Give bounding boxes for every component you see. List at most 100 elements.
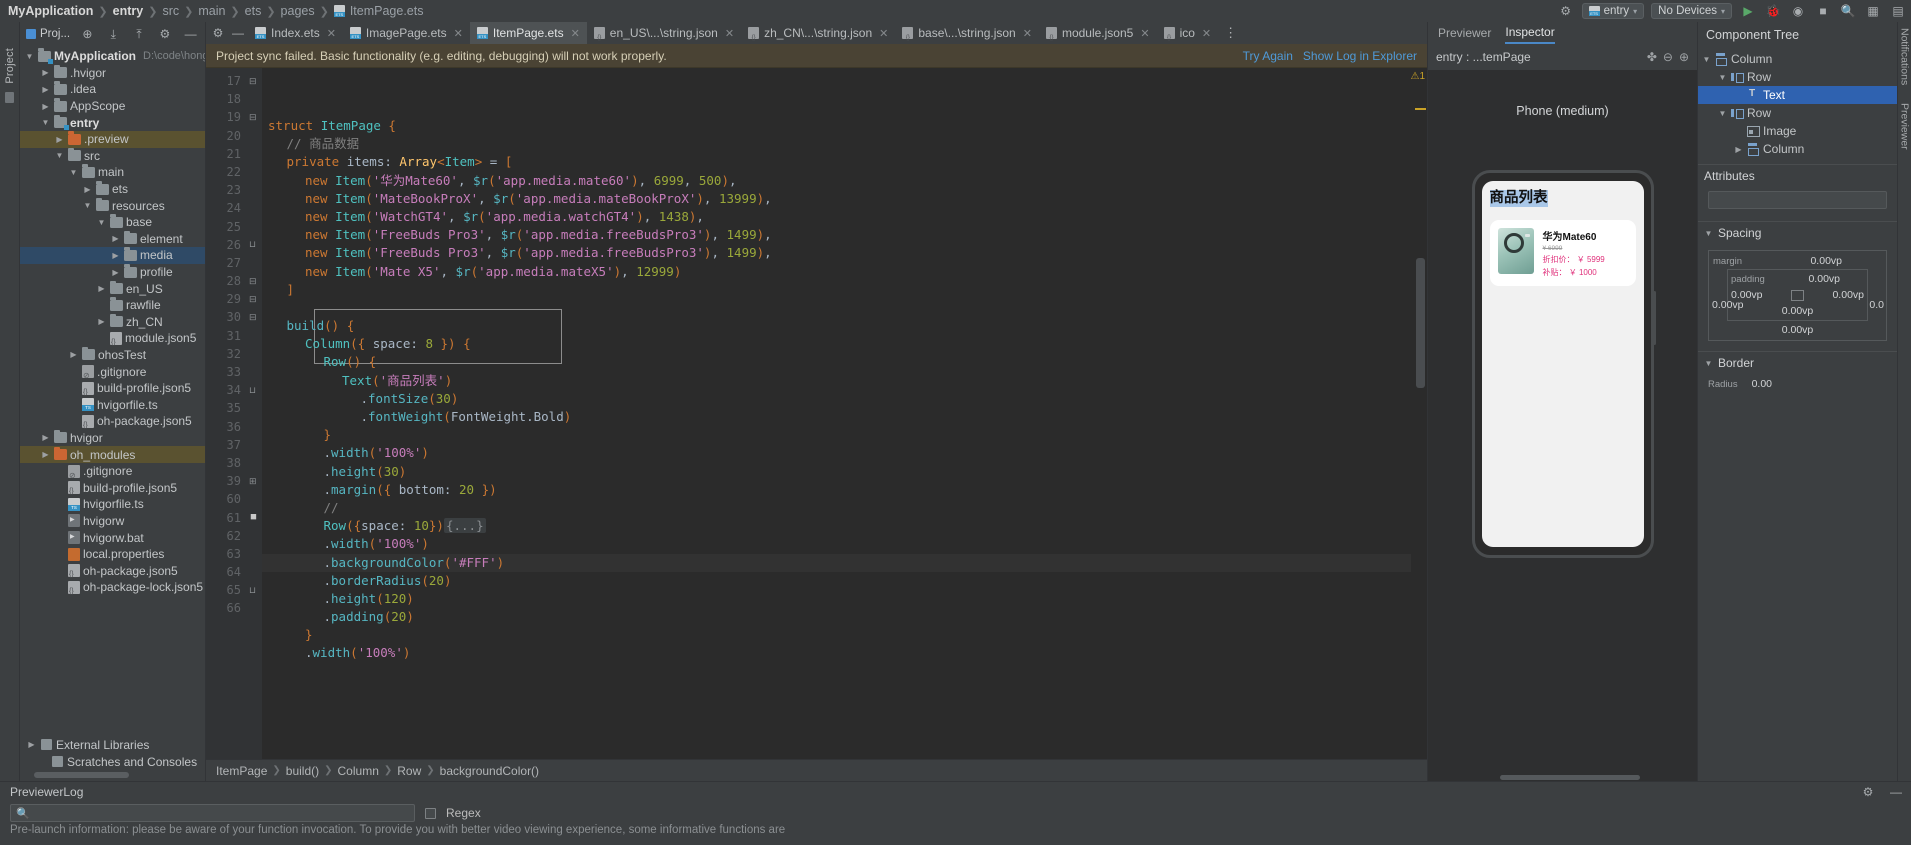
tree-row-main[interactable]: ▼ main [20,164,205,181]
code-editor[interactable]: 17 18 19 20 21 22 23 24 25 26 27 28 29 30 31 32 33 34 35 36… [206,68,1427,759]
chevron-icon[interactable]: ▼ [96,218,107,227]
editor-tab-ico[interactable]: ico ✕ [1157,22,1219,44]
code-line[interactable]: new Item('MateBookProX', $r('app.media.m… [262,190,1411,208]
component-tree-row-row[interactable]: ▼ Row [1698,68,1897,86]
gear-icon[interactable]: ⚙ [1557,2,1575,20]
phone-preview-frame[interactable]: 商品列表 华为Mate60 ¥ 6999 折扣价： ￥ 5999 补贴： ￥ 1… [1471,170,1656,558]
hide-icon[interactable]: — [228,23,248,43]
search-input[interactable]: 🔍 [10,804,415,822]
fold-marker[interactable]: ⊟ [248,290,262,308]
chevron-icon[interactable]: ▶ [40,68,51,77]
breadcrumb-file[interactable]: ItemPage.ets [348,4,426,18]
code-line[interactable]: Row() { [262,353,1411,371]
close-icon[interactable]: ✕ [327,27,336,40]
strip-label-project[interactable]: Project [4,48,16,84]
code-line[interactable]: new Item('FreeBuds Pro3', $r('app.media.… [262,244,1411,262]
tree-row-hvigorfile-ts[interactable]: hvigorfile.ts [20,496,205,513]
chevron-icon[interactable]: ▶ [96,284,107,293]
tree-row-oh-package-lock-json5[interactable]: oh-package-lock.json5 [20,579,205,596]
show-log-link[interactable]: Show Log in Explorer [1303,49,1417,63]
fold-marker[interactable] [248,199,262,217]
chevron-icon[interactable]: ▼ [82,201,93,210]
fold-marker[interactable] [248,218,262,236]
previewer-canvas[interactable]: Phone (medium) 商品列表 华为Mate60 ¥ 6999 折扣价：… [1428,70,1697,773]
tree-row-media[interactable]: ▶ media [20,247,205,264]
crumb-build[interactable]: build() [286,764,319,778]
more-tabs-icon[interactable]: ⋮ [1218,25,1243,41]
chevron-icon[interactable]: ▼ [40,118,51,127]
fold-marker[interactable]: ⊔ [248,581,262,599]
tree-row--gitignore[interactable]: .gitignore [20,463,205,480]
radius-value[interactable]: 0.00 [1752,378,1772,390]
tree-row-ets[interactable]: ▶ ets [20,181,205,198]
breadcrumb-project[interactable]: MyApplication [6,4,95,18]
scratches-row[interactable]: Scratches and Consoles [20,753,205,770]
tree-row-en-us[interactable]: ▶ en_US [20,280,205,297]
border-section-title[interactable]: ▼ Border [1698,352,1897,374]
tree-row-profile[interactable]: ▶ profile [20,264,205,281]
fold-marker[interactable]: ⊔ [248,381,262,399]
settings-icon[interactable]: ⚙ [156,25,173,43]
breadcrumb-src[interactable]: src [160,4,181,18]
fold-marker[interactable] [248,345,262,363]
run-icon[interactable]: ▶ [1739,2,1757,20]
code-line[interactable]: .fontWeight(FontWeight.Bold) [262,408,1411,426]
code-line[interactable]: .width('100%') [262,644,1411,662]
component-tree[interactable]: ▼ Column ▼ Row Text ▼ Row Image ▶ Column [1698,48,1897,160]
component-tree-row-column[interactable]: ▶ Column [1698,140,1897,158]
chevron-icon[interactable]: ▶ [110,251,121,260]
tree-row-oh-package-json5[interactable]: oh-package.json5 [20,562,205,579]
fold-marker[interactable] [248,509,262,527]
chevron-icon[interactable]: ▶ [68,350,79,359]
code-line[interactable]: } [262,426,1411,444]
chevron-icon[interactable]: ▶ [82,185,93,194]
breadcrumb-entry[interactable]: entry [111,4,146,18]
tree-row-element[interactable]: ▶ element [20,230,205,248]
editor-tab-imagepage-ets[interactable]: ImagePage.ets ✕ [343,22,470,44]
fold-marker[interactable] [248,327,262,345]
close-icon[interactable]: ✕ [571,27,580,40]
fold-marker[interactable]: ⊟ [248,308,262,326]
close-icon[interactable]: ✕ [1023,27,1032,40]
hide-panel-icon[interactable]: — [182,25,199,43]
tree-row-zh-cn[interactable]: ▶ zh_CN [20,313,205,331]
gear-icon[interactable]: ⚙ [1859,783,1877,801]
code-line[interactable]: struct ItemPage { [262,117,1411,135]
chevron-icon[interactable]: ▶ [54,135,65,144]
fold-marker[interactable] [248,436,262,454]
code-line[interactable]: .borderRadius(20) [262,572,1411,590]
zoom-in-icon[interactable]: ⊕ [1679,50,1689,64]
crumb-backgroundcolor[interactable]: backgroundColor() [440,764,539,778]
chevron-icon[interactable]: ▶ [40,85,51,94]
gear-icon[interactable]: ⚙ [208,23,228,43]
product-card[interactable]: 华为Mate60 ¥ 6999 折扣价： ￥ 5999 补贴： ￥ 1000 [1489,220,1636,286]
search-icon[interactable]: 🔍 [1839,2,1857,20]
profile-icon[interactable]: ◉ [1789,2,1807,20]
chevron-icon[interactable]: ▼ [1718,109,1727,118]
project-title[interactable]: Proj... [26,28,70,40]
tree-row-ohostest[interactable]: ▶ ohosTest [20,346,205,364]
hide-panel-icon[interactable]: — [1887,783,1905,801]
editor-tab-index-ets[interactable]: Index.ets ✕ [248,22,343,44]
close-icon[interactable]: ✕ [879,27,888,40]
fold-marker[interactable] [248,90,262,108]
chevron-icon[interactable]: ▶ [110,234,121,243]
fold-marker[interactable] [248,363,262,381]
tree-row--hvigor[interactable]: ▶ .hvigor [20,64,205,82]
fold-marker[interactable] [248,527,262,545]
crumb-row[interactable]: Row [397,764,421,778]
code-line[interactable]: build() { [262,317,1411,335]
debug-icon[interactable]: 🐞 [1764,2,1782,20]
close-icon[interactable]: ✕ [1202,27,1211,40]
breadcrumb-main[interactable]: main [196,4,227,18]
tree-row-appscope[interactable]: ▶ AppScope [20,98,205,115]
code-line[interactable]: .backgroundColor('#FFF') [262,553,1411,572]
editor-tab-zh-cn-----string-json[interactable]: zh_CN\...\string.json ✕ [741,22,895,44]
code-line[interactable]: .width('100%') [262,444,1411,462]
tree-row-oh-package-json5[interactable]: oh-package.json5 [20,413,205,430]
editor-minimap-scrollbar[interactable]: ⚠1 [1410,68,1427,759]
editor-tab-en-us-----string-json[interactable]: en_US\...\string.json ✕ [587,22,741,44]
previewer-scrollbar[interactable] [1428,773,1697,781]
code-line[interactable]: new Item('Mate X5', $r('app.media.mateX5… [262,263,1411,281]
locate-icon[interactable]: ⊕ [79,25,96,43]
